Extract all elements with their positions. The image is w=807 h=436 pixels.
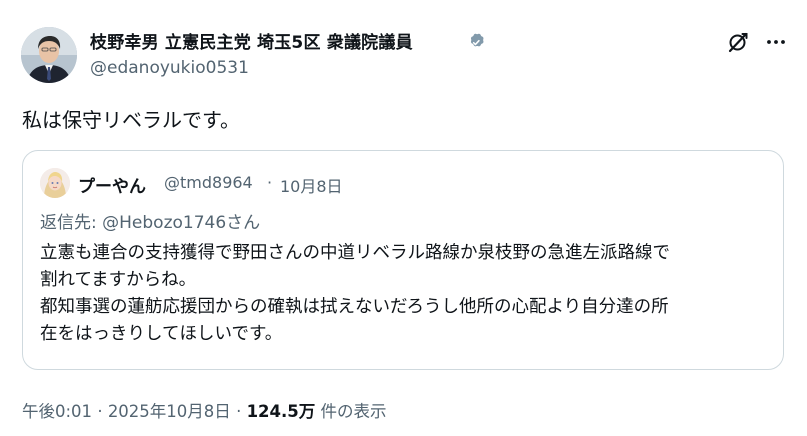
quoted-text-line: 立憲も連合の支持獲得で野田さんの中道リベラル路線か泉枝野の急進左派路線で	[40, 243, 670, 263]
grok-button[interactable]	[724, 28, 752, 56]
post-text: 私は保守リベラルです。	[22, 108, 240, 132]
more-options-icon	[767, 40, 785, 44]
post-time[interactable]: 午後0:01	[22, 402, 92, 421]
author-name[interactable]: 枝野幸男 立憲民主党 埼玉5区 衆議院議員	[90, 28, 413, 53]
grok-icon	[728, 32, 748, 53]
quoted-date[interactable]: 10月8日	[280, 173, 343, 197]
author-handle[interactable]: @edanoyukio0531	[90, 58, 249, 78]
quoted-text-line: 割れてますからね。	[40, 270, 197, 290]
quoted-text-line: 在をはっきりしてほしいです。	[40, 324, 283, 344]
quoted-author-avatar[interactable]	[40, 168, 70, 198]
author-avatar[interactable]	[21, 27, 77, 83]
verified-badge-icon[interactable]	[467, 30, 487, 50]
more-options-button[interactable]	[762, 28, 790, 56]
quoted-author-name[interactable]: プーやん	[78, 172, 146, 197]
meta-separator: ·	[236, 402, 242, 421]
quoted-author-handle[interactable]: @tmd8964	[164, 173, 253, 192]
meta-separator: ·	[97, 402, 103, 421]
views-label: 件の表示	[320, 402, 387, 421]
quoted-author-avatar-image	[40, 168, 70, 198]
quoted-post-text: 立憲も連合の支持獲得で野田さんの中道リベラル路線か泉枝野の急進左派路線で 割れて…	[40, 240, 775, 348]
views-count: 124.5万	[246, 402, 316, 421]
quoted-separator: ·	[267, 173, 273, 192]
post: 枝野幸男 立憲民主党 埼玉5区 衆議院議員 @edanoyukio0531 私は…	[0, 0, 807, 436]
quoted-post-card[interactable]: プーやん @tmd8964 · 10月8日 返信先: @Hebozo1746さん…	[22, 150, 784, 370]
author-avatar-image	[21, 27, 77, 83]
post-meta: 午後0:01 · 2025年10月8日 · 124.5万 件の表示	[22, 398, 387, 422]
post-date[interactable]: 2025年10月8日	[108, 402, 231, 421]
quoted-reply-to: 返信先: @Hebozo1746さん	[40, 213, 261, 233]
quoted-text-line: 都知事選の蓮舫応援団からの確執は拭えないだろうし他所の心配より自分達の所	[40, 297, 669, 317]
